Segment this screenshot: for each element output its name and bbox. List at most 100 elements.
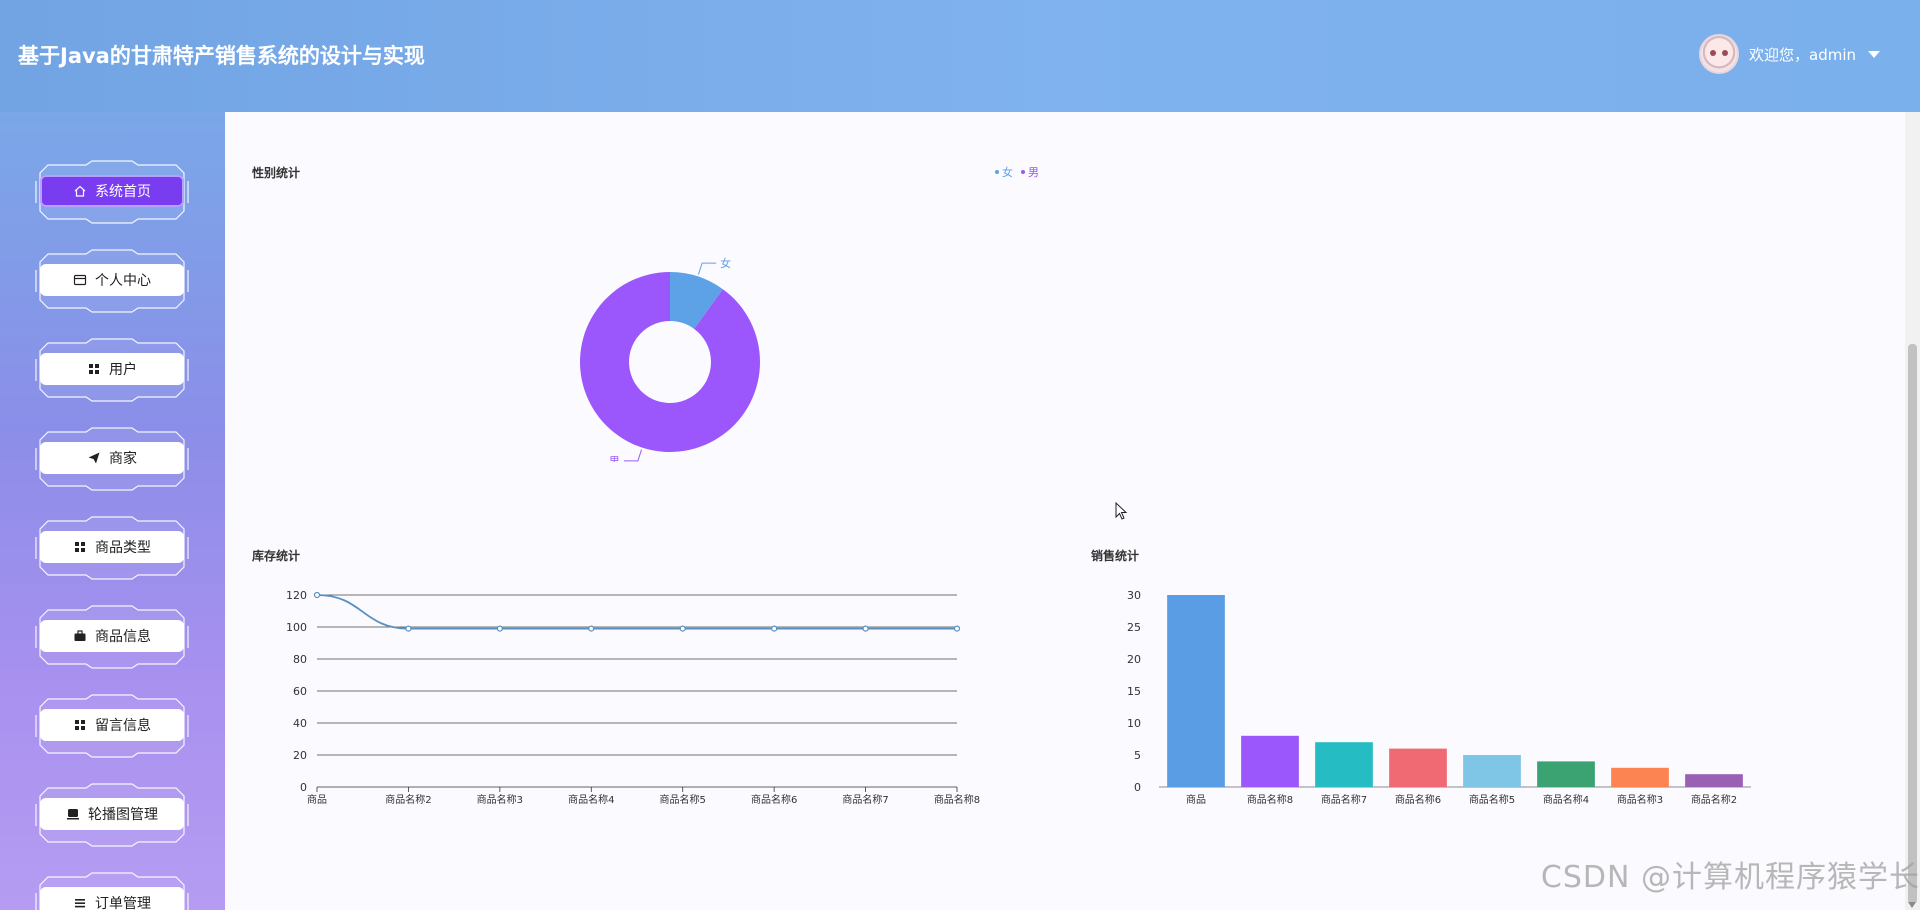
bar-3: [1389, 748, 1447, 787]
cup-icon: [66, 807, 80, 821]
bar-xtick-1: 商品名称8: [1247, 793, 1293, 806]
line-ytick-6: 120: [286, 589, 307, 602]
bar-xtick-4: 商品名称5: [1469, 793, 1515, 806]
bar-ytick-1: 5: [1134, 749, 1141, 762]
sales-chart-title: 销售统计: [1091, 549, 1140, 563]
grid-icon: [73, 718, 87, 732]
bar-ytick-6: 30: [1127, 589, 1141, 602]
sidebar-item-2[interactable]: 用户: [34, 337, 190, 403]
menu-button[interactable]: 订单管理: [40, 887, 184, 910]
sidebar-item-6[interactable]: 留言信息: [34, 693, 190, 759]
sidebar-item-label: 商品类型: [95, 540, 151, 556]
sidebar-item-0[interactable]: 系统首页: [34, 159, 190, 225]
pie-slice-1: [580, 272, 760, 452]
sidebar-item-7[interactable]: 轮播图管理: [34, 782, 190, 848]
home-icon: [73, 184, 87, 198]
app-title: 基于Java的甘肃特产销售系统的设计与实现: [18, 44, 425, 68]
sidebar-item-label: 订单管理: [95, 896, 151, 910]
sidebar-item-label: 商品信息: [95, 629, 151, 645]
bar-xtick-2: 商品名称7: [1321, 793, 1367, 806]
menu-button[interactable]: 商品信息: [40, 620, 184, 652]
gender-chart-title: 性别统计: [252, 166, 301, 180]
line-ytick-3: 60: [293, 685, 307, 698]
sidebar-item-label: 用户: [109, 362, 137, 378]
welcome-text[interactable]: 欢迎您，admin: [1749, 44, 1856, 65]
line-ytick-5: 100: [286, 621, 307, 634]
bar-4: [1463, 755, 1521, 787]
menu-button[interactable]: 用户: [40, 353, 184, 385]
bar-xtick-5: 商品名称4: [1543, 793, 1589, 806]
menu-button[interactable]: 商家: [40, 442, 184, 474]
bar-1: [1241, 735, 1299, 787]
pie-label-0: 女: [720, 256, 731, 270]
line-point-1: [405, 625, 412, 632]
bar-ytick-3: 15: [1127, 685, 1141, 698]
stock-line-chart: 0 20 40 60 80 100 120 商品 商品名称2 商品名称3 商品名称4 商品名称5 商品名…: [286, 589, 980, 806]
menu-button[interactable]: 商品类型: [40, 531, 184, 563]
line-xtick-6: 商品名称7: [842, 793, 888, 806]
bar-xtick-3: 商品名称6: [1395, 793, 1441, 806]
sidebar: 系统首页个人中心用户商家商品类型商品信息留言信息轮播图管理订单管理: [0, 112, 225, 910]
pie-label-line-1: [623, 449, 643, 462]
sidebar-item-label: 商家: [109, 451, 137, 467]
menu-button[interactable]: 系统首页: [40, 175, 184, 207]
legend-item-male[interactable]: 男: [1021, 164, 1039, 180]
bar-7: [1685, 774, 1743, 787]
bar-xtick-6: 商品名称3: [1617, 793, 1663, 806]
bar-2: [1315, 742, 1373, 787]
line-xtick-4: 商品名称5: [660, 793, 706, 806]
bar-ytick-4: 20: [1127, 653, 1141, 666]
vertical-scrollbar[interactable]: [1905, 112, 1920, 910]
grid-icon: [73, 540, 87, 554]
pie-label-1: 男: [609, 455, 620, 462]
sidebar-item-4[interactable]: 商品类型: [34, 515, 190, 581]
bar-5: [1537, 761, 1595, 787]
mouse-cursor-icon: [1115, 502, 1128, 520]
gender-pie-chart: 女男: [580, 256, 760, 462]
caret-down-icon[interactable]: [1868, 50, 1880, 58]
sidebar-item-label: 系统首页: [95, 184, 151, 200]
line-xtick-7: 商品名称8: [934, 793, 980, 806]
sidebar-item-label: 留言信息: [95, 718, 151, 734]
line-xtick-3: 商品名称4: [568, 793, 614, 806]
top-header: 基于Java的甘肃特产销售系统的设计与实现 欢迎您，admin: [0, 0, 1920, 112]
line-point-5: [771, 625, 778, 632]
line-point-2: [496, 625, 503, 632]
line-point-3: [588, 625, 595, 632]
bar-ytick-5: 25: [1127, 621, 1141, 634]
list-icon: [73, 896, 87, 910]
pie-label-line-0: [697, 262, 717, 275]
sales-bar-chart: 0 5 10 15 20 25 30 商品 商品名称8 商品名称7 商品名称6 商品名称5 商品名称4 商…: [1127, 589, 1751, 806]
sidebar-item-1[interactable]: 个人中心: [34, 248, 190, 314]
line-ytick-4: 80: [293, 653, 307, 666]
bar-6: [1611, 767, 1669, 787]
scrollbar-thumb[interactable]: [1908, 344, 1917, 904]
line-xtick-2: 商品名称3: [477, 793, 523, 806]
line-point-6: [862, 625, 869, 632]
main-content: 性别统计 女 男 女男 库存统计 0 20 40 60 80 100 120 商品 商品名称2 商…: [225, 112, 1905, 910]
user-menu[interactable]: 欢迎您，admin: [1699, 34, 1880, 74]
watermark: CSDN @计算机程序猿学长: [1540, 860, 1920, 895]
line-point-0: [313, 591, 321, 599]
sidebar-item-8[interactable]: 订单管理: [34, 871, 190, 910]
legend-item-female[interactable]: 女: [995, 164, 1013, 180]
briefcase-icon: [73, 629, 87, 643]
sidebar-item-label: 个人中心: [95, 273, 151, 289]
line-ytick-2: 40: [293, 717, 307, 730]
sidebar-item-label: 轮播图管理: [88, 807, 158, 823]
bar-ytick-2: 10: [1127, 717, 1141, 730]
id-card-icon: [73, 273, 87, 287]
gender-legend[interactable]: 女 男: [995, 164, 1039, 180]
stock-chart-title: 库存统计: [252, 549, 301, 563]
menu-button[interactable]: 个人中心: [40, 264, 184, 296]
grid-icon: [87, 362, 101, 376]
sidebar-item-3[interactable]: 商家: [34, 426, 190, 492]
line-point-4: [679, 625, 686, 632]
menu-button[interactable]: 轮播图管理: [40, 798, 184, 830]
scroll-down-icon[interactable]: [1908, 902, 1916, 908]
line-point-7: [953, 625, 961, 632]
menu-button[interactable]: 留言信息: [40, 709, 184, 741]
sidebar-item-5[interactable]: 商品信息: [34, 604, 190, 670]
bar-0: [1167, 595, 1225, 787]
avatar[interactable]: [1699, 34, 1739, 74]
